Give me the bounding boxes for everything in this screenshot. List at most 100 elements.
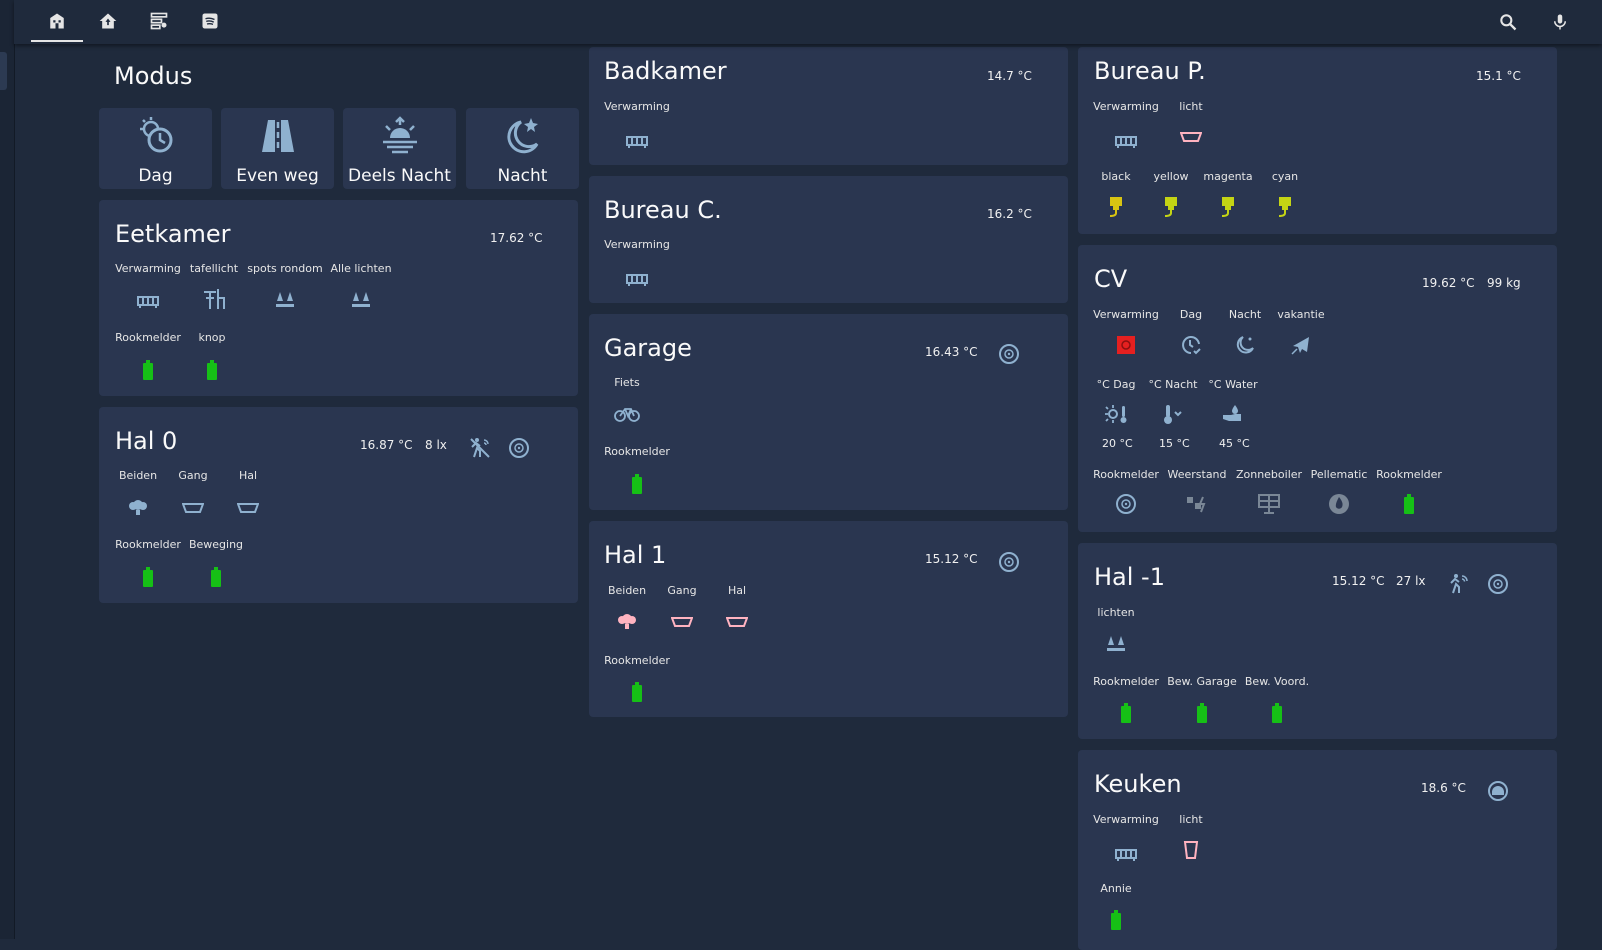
card-cv[interactable]: CV 19.62 °C 99 kg Verwarming Dag Nacht v… [1078,245,1557,532]
motion-sensor-icon[interactable] [1445,571,1473,597]
card-bureau-c[interactable]: Bureau C. 16.2 °C Verwarming [589,176,1068,303]
flame-icon[interactable] [1325,491,1353,517]
tab-spotify[interactable] [193,6,227,36]
water-hand-icon[interactable] [1219,401,1247,427]
card-title: CV [1094,265,1128,293]
solar-panel-icon[interactable] [1255,491,1283,517]
ceiling-light-icon[interactable] [1177,124,1205,150]
moon-icon[interactable] [1231,332,1259,358]
smoke-detector-icon[interactable] [995,549,1023,575]
card-eetkamer[interactable]: Eetkamer 17.62 °C Verwarming tafellicht … [99,200,578,396]
card-hal-0[interactable]: Hal 0 16.87 °C 8 lx Beiden Gang Hal Rook… [99,407,578,603]
search-button[interactable] [1494,8,1522,36]
radiator-icon[interactable] [623,128,651,154]
smoke-detector-icon[interactable] [1484,571,1512,597]
entity-label: vakantie [1277,308,1325,321]
card-title: Bureau C. [604,196,722,224]
entity-label: Annie [1100,882,1132,895]
bulbs-icon[interactable] [613,609,641,635]
illuminance-value: 8 lx [425,438,447,452]
mode-deels-nacht-button[interactable]: Deels Nacht [343,108,456,189]
plug-icon[interactable] [1271,193,1299,219]
entity-label: spots rondom [247,262,323,275]
entity-label: Dag [1179,308,1203,321]
tab-home[interactable] [31,6,83,42]
card-keuken[interactable]: Keuken 18.6 °C Verwarming licht Annie [1078,750,1557,950]
battery-icon[interactable] [202,565,230,591]
battery-icon[interactable] [198,358,226,384]
battery-icon[interactable] [134,565,162,591]
ceiling-light-icon[interactable] [723,609,751,635]
card-badkamer[interactable]: Badkamer 14.7 °C Verwarming [589,47,1068,165]
bicycle-icon[interactable] [613,401,641,427]
temperature-value: 15.12 °C [925,552,978,566]
battery-icon[interactable] [623,680,651,706]
sun-thermometer-icon[interactable] [1102,401,1130,427]
mode-label: Nacht [497,166,548,186]
battery-icon[interactable] [1263,701,1291,727]
card-bureau-p[interactable]: Bureau P. 15.1 °C Verwarming licht black… [1078,47,1557,234]
entity-label: Verwarming [1093,813,1159,826]
robot-vacuum-icon[interactable] [1484,778,1512,804]
radiator-icon[interactable] [623,266,651,292]
motion-off-icon[interactable] [466,435,494,461]
entity-label: licht [1179,100,1203,113]
ceiling-light-icon[interactable] [234,495,262,521]
spotlights-icon[interactable] [271,286,299,312]
sunset-icon [378,116,422,156]
entity-label: Rookmelder [604,445,670,458]
temperature-value: 17.62 °C [490,231,543,245]
sidebar [0,0,15,939]
card-garage[interactable]: Garage 16.43 °C Fiets Rookmelder [589,314,1068,510]
battery-icon[interactable] [1395,492,1423,518]
smoke-detector-icon[interactable] [995,341,1023,367]
clock-check-icon[interactable] [1177,332,1205,358]
spotlights-icon[interactable] [347,286,375,312]
bulbs-icon[interactable] [124,495,152,521]
radiator-icon[interactable] [1112,128,1140,154]
tab-dashboard[interactable] [142,6,176,36]
resistor-icon[interactable] [1183,491,1211,517]
entity-label: yellow [1153,170,1189,183]
battery-icon[interactable] [623,472,651,498]
plug-icon[interactable] [1157,193,1185,219]
mode-nacht-button[interactable]: Nacht [466,108,579,189]
entity-label: black [1101,170,1131,183]
road-icon [256,116,300,156]
temperature-value: 16.43 °C [925,345,978,359]
battery-icon[interactable] [134,358,162,384]
smoke-detector-icon[interactable] [505,435,533,461]
thermometer-down-icon[interactable] [1159,401,1187,427]
fire-alert-icon[interactable] [1112,332,1140,358]
entity-label: licht [1179,813,1203,826]
mode-even-weg-button[interactable]: Even weg [221,108,334,189]
mode-dag-button[interactable]: Dag [99,108,212,189]
spotlights-icon[interactable] [1102,630,1130,656]
card-hal-min-1[interactable]: Hal -1 15.12 °C 27 lx lichten Rookmelder… [1078,543,1557,739]
modus-title: Modus [114,62,193,90]
plug-icon[interactable] [1214,193,1242,219]
table-lamp-icon[interactable] [200,286,228,312]
tab-house[interactable] [91,6,125,36]
mode-label: Deels Nacht [348,166,451,186]
entity-label: Verwarming [604,238,670,251]
battery-icon[interactable] [1112,701,1140,727]
dashboard-icon [150,12,168,30]
smoke-detector-icon[interactable] [1112,491,1140,517]
card-title: Hal -1 [1094,563,1165,591]
ceiling-light-icon[interactable] [179,495,207,521]
pendant-light-icon[interactable] [1177,837,1205,863]
sidebar-selection[interactable] [0,52,7,90]
airplane-icon[interactable] [1287,332,1315,358]
radiator-icon[interactable] [134,288,162,314]
voice-button[interactable] [1546,8,1574,36]
battery-icon[interactable] [1188,701,1216,727]
card-hal-1[interactable]: Hal 1 15.12 °C Beiden Gang Hal Rookmelde… [589,521,1068,717]
radiator-icon[interactable] [1112,841,1140,867]
entity-label: lichten [1097,606,1135,619]
entity-label: Zonneboiler [1235,468,1303,481]
entity-label: Verwarming [1093,308,1159,321]
ceiling-light-icon[interactable] [668,609,696,635]
battery-icon[interactable] [1102,908,1130,934]
plug-icon[interactable] [1102,193,1130,219]
